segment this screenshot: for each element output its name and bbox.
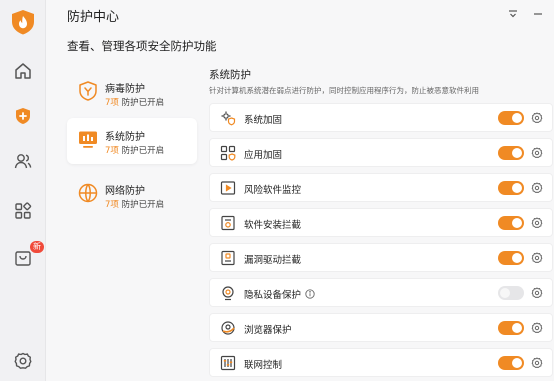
settings-gear-icon bbox=[14, 352, 32, 369]
feature-row-risk-software-monitor: 风险软件监控 bbox=[209, 173, 553, 202]
feature-toggle[interactable] bbox=[498, 146, 524, 160]
toggle-knob bbox=[512, 253, 522, 263]
feature-row-install-block: 软件安装拦截 bbox=[209, 208, 553, 237]
toggle-knob bbox=[512, 148, 522, 158]
feature-settings-gear-icon[interactable] bbox=[531, 217, 543, 229]
install-block-icon bbox=[221, 215, 235, 231]
page-subtitle: 查看、管理各项安全防护功能 bbox=[67, 39, 217, 53]
feature-settings-gear-icon[interactable] bbox=[531, 322, 543, 334]
toggle-knob bbox=[500, 288, 510, 298]
category-count: 7项 bbox=[105, 200, 119, 210]
section-title: 系统防护 bbox=[209, 69, 251, 81]
shield-plus-icon bbox=[16, 108, 30, 124]
feature-label: 应用加固 bbox=[244, 147, 282, 161]
globe-icon bbox=[78, 183, 98, 203]
toggle-knob bbox=[512, 358, 522, 368]
category-status: 7项 防护已开启 bbox=[105, 96, 164, 108]
feature-settings-gear-icon[interactable] bbox=[531, 112, 543, 124]
nav-settings[interactable] bbox=[10, 348, 36, 374]
home-icon bbox=[15, 63, 31, 79]
feature-label-text: 软件安装拦截 bbox=[244, 220, 302, 231]
webcam-icon bbox=[222, 286, 234, 301]
toggle-knob bbox=[512, 218, 522, 228]
feature-row-app-harden: 应用加固 bbox=[209, 138, 553, 167]
app-harden-icon bbox=[220, 145, 236, 161]
toggle-knob bbox=[512, 183, 522, 193]
apps-grid-icon bbox=[15, 202, 32, 219]
virus-shield-icon bbox=[79, 81, 97, 101]
dropdown-menu-icon bbox=[509, 10, 517, 18]
category-count: 7项 bbox=[105, 146, 119, 156]
feature-label: 风险软件监控 bbox=[244, 182, 301, 196]
category-name: 病毒防护 bbox=[105, 84, 145, 95]
feature-toggle[interactable] bbox=[498, 356, 524, 370]
feature-label-text: 隐私设备保护 bbox=[244, 290, 302, 301]
app-logo-icon bbox=[12, 10, 34, 35]
feature-label: 联网控制 bbox=[244, 357, 282, 371]
feature-row-network-control: 联网控制 bbox=[209, 348, 553, 377]
main-panel: 防护中心 查看、管理各项安全防护功能 病毒防护 7项 防护已开启 系统防护 7项… bbox=[47, 0, 554, 381]
network-control-icon bbox=[220, 355, 236, 371]
risk-software-icon bbox=[220, 181, 236, 195]
page-title: 防护中心 bbox=[67, 10, 120, 25]
menu-button[interactable] bbox=[506, 7, 520, 21]
info-icon[interactable] bbox=[305, 289, 315, 299]
category-name: 网络防护 bbox=[105, 186, 145, 197]
users-icon bbox=[14, 154, 32, 169]
feature-label: 软件安装拦截 bbox=[244, 217, 301, 231]
feature-label: 浏览器保护 bbox=[244, 322, 292, 336]
feature-label-text: 风险软件监控 bbox=[244, 185, 302, 196]
browser-icon bbox=[221, 321, 235, 335]
system-harden-icon bbox=[221, 111, 236, 126]
feature-settings-gear-icon[interactable] bbox=[531, 147, 543, 159]
feature-toggle[interactable] bbox=[498, 181, 524, 195]
category-status-text: 防护已开启 bbox=[121, 146, 165, 156]
feature-row-privacy-device: 隐私设备保护 bbox=[209, 278, 553, 307]
feature-toggle[interactable] bbox=[498, 111, 524, 125]
new-badge: 新 bbox=[30, 241, 44, 253]
feature-settings-gear-icon[interactable] bbox=[531, 182, 543, 194]
feature-label-text: 系统加固 bbox=[244, 115, 283, 126]
feature-toggle[interactable] bbox=[498, 251, 524, 265]
feature-label-text: 漏洞驱动拦截 bbox=[244, 255, 302, 266]
feature-settings-gear-icon[interactable] bbox=[531, 252, 543, 264]
category-status: 7项 防护已开启 bbox=[105, 144, 164, 156]
toggle-knob bbox=[512, 323, 522, 333]
nav-protection[interactable] bbox=[10, 103, 36, 129]
system-monitor-icon bbox=[79, 131, 97, 148]
category-status-text: 防护已开启 bbox=[121, 98, 165, 108]
feature-settings-gear-icon[interactable] bbox=[531, 357, 543, 369]
category-name: 系统防护 bbox=[105, 132, 145, 143]
minimize-icon bbox=[534, 13, 542, 15]
category-virus-protection[interactable]: 病毒防护 7项 防护已开启 bbox=[67, 70, 197, 116]
feature-label-text: 应用加固 bbox=[244, 150, 283, 161]
category-count: 7项 bbox=[105, 98, 119, 108]
feature-label: 隐私设备保护 bbox=[244, 287, 315, 301]
toggle-knob bbox=[512, 113, 522, 123]
category-network-protection[interactable]: 网络防护 7项 防护已开启 bbox=[67, 172, 197, 218]
feature-label-text: 浏览器保护 bbox=[244, 325, 292, 336]
feature-label: 漏洞驱动拦截 bbox=[244, 252, 301, 266]
feature-row-browser-protection: 浏览器保护 bbox=[209, 313, 553, 342]
feature-toggle[interactable] bbox=[498, 286, 524, 300]
feature-row-driver-block: 漏洞驱动拦截 bbox=[209, 243, 553, 272]
feature-settings-gear-icon[interactable] bbox=[531, 287, 543, 299]
category-status-text: 防护已开启 bbox=[121, 200, 165, 210]
feature-label-text: 联网控制 bbox=[244, 360, 283, 371]
feature-toggle[interactable] bbox=[498, 321, 524, 335]
sidebar: 新 bbox=[0, 0, 46, 381]
minimize-button[interactable] bbox=[531, 7, 545, 21]
driver-block-icon bbox=[221, 250, 235, 266]
store-icon bbox=[15, 251, 31, 266]
nav-users[interactable] bbox=[10, 148, 36, 174]
section-description: 针对计算机系统潜在弱点进行防护，同时控制应用程序行为，防止被恶意软件利用 bbox=[209, 86, 479, 95]
category-status: 7项 防护已开启 bbox=[105, 198, 164, 210]
category-system-protection[interactable]: 系统防护 7项 防护已开启 bbox=[67, 118, 197, 164]
feature-toggle[interactable] bbox=[498, 216, 524, 230]
feature-label: 系统加固 bbox=[244, 112, 282, 126]
nav-apps[interactable] bbox=[10, 198, 36, 224]
feature-row-system-harden: 系统加固 bbox=[209, 103, 553, 132]
nav-home[interactable] bbox=[10, 58, 36, 84]
